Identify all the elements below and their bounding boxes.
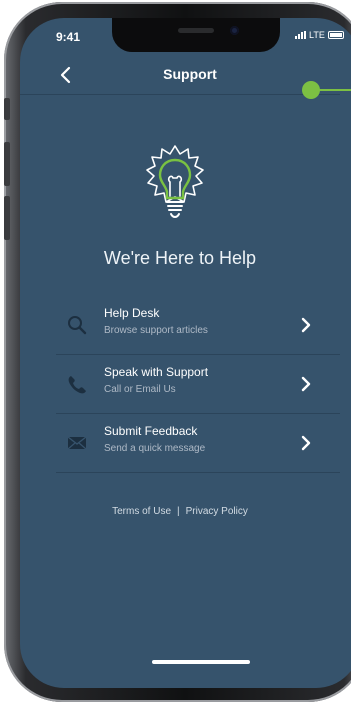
support-options-list: Help Desk Browse support articles Speak … [56,296,340,473]
speak-with-support-item[interactable]: Speak with Support Call or Email Us [56,355,340,414]
home-indicator[interactable] [152,660,250,664]
help-desk-subtitle: Browse support articles [104,325,208,336]
help-desk-title: Help Desk [104,306,160,320]
network-type: LTE [309,30,325,40]
search-icon [68,316,87,335]
phone-icon [68,376,86,394]
chevron-right-icon [301,317,311,333]
signal-icon [295,31,306,39]
notch [112,18,280,52]
footer-links: Terms of Use | Privacy Policy [20,506,340,517]
annotation-marker-icon [302,81,351,99]
help-desk-item[interactable]: Help Desk Browse support articles [56,296,340,355]
nav-header: Support [20,56,340,95]
terms-of-use-link[interactable]: Terms of Use [112,506,171,517]
hero-heading: We're Here to Help [103,248,257,268]
status-indicators: LTE [295,30,344,40]
submit-feedback-item[interactable]: Submit Feedback Send a quick message [56,414,340,473]
front-camera [230,26,239,35]
volume-up-button [4,142,10,186]
speaker [178,28,214,33]
speak-with-support-title: Speak with Support [104,365,209,379]
chevron-right-icon [301,435,311,451]
lightbulb-icon [146,145,204,218]
chevron-right-icon [301,376,311,392]
status-time: 9:41 [56,30,81,44]
submit-feedback-subtitle: Send a quick message [104,443,206,454]
speak-with-support-subtitle: Call or Email Us [104,384,176,395]
volume-down-button [4,196,10,240]
submit-feedback-title: Submit Feedback [104,424,198,438]
privacy-policy-link[interactable]: Privacy Policy [186,506,248,517]
mute-switch [4,98,10,120]
envelope-icon [67,436,87,450]
battery-icon [327,31,344,39]
footer-separator: | [177,506,180,517]
